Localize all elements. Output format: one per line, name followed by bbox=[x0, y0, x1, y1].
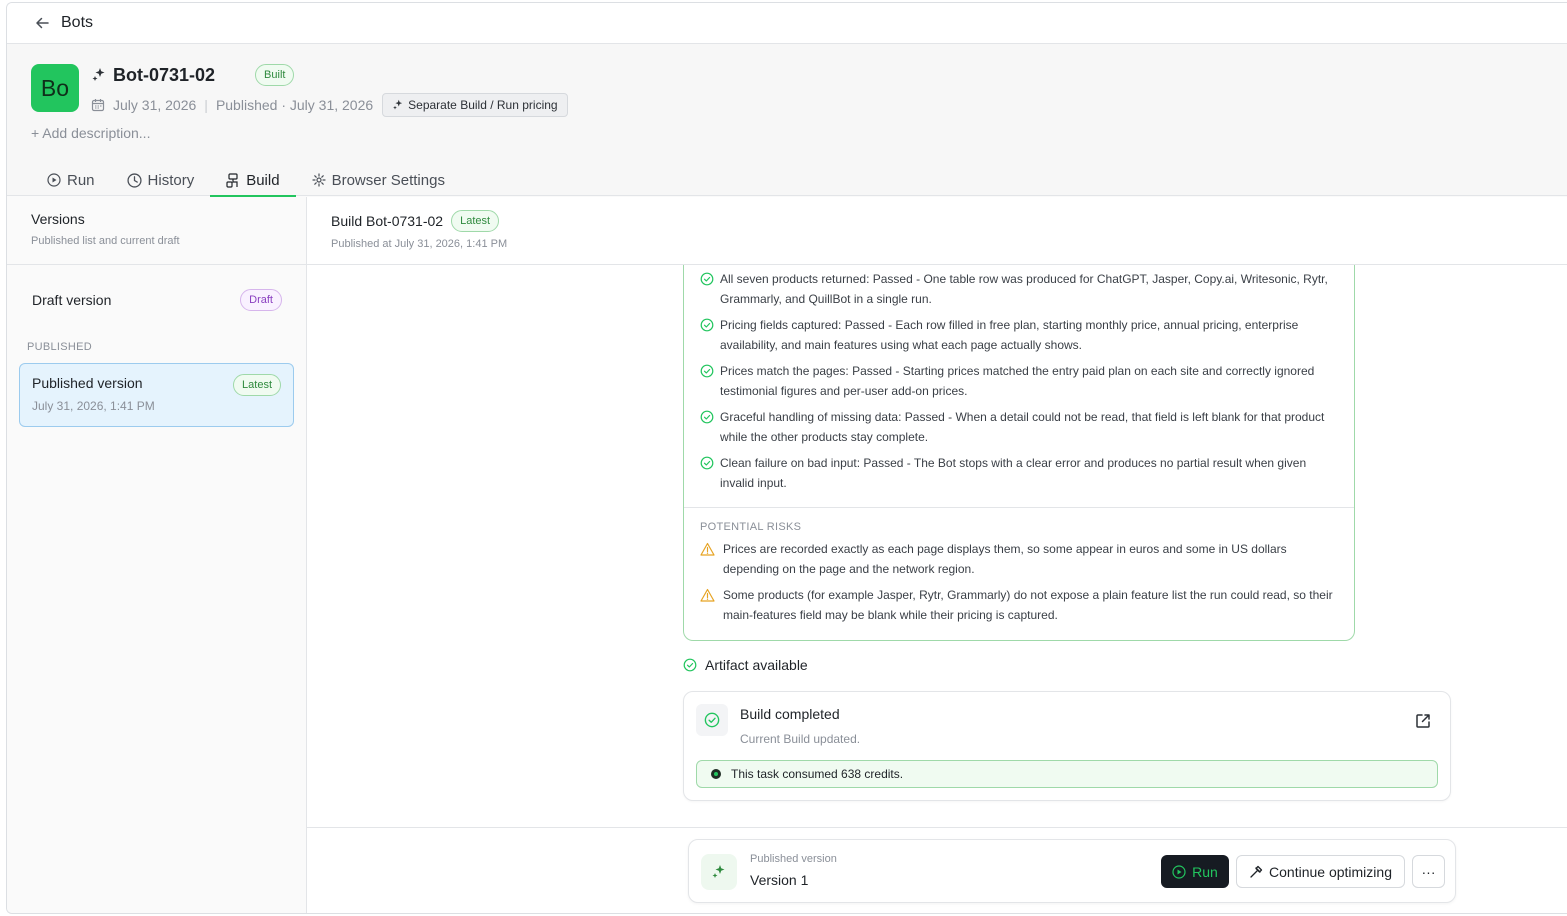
meta-divider: | bbox=[204, 97, 208, 113]
tab-build[interactable]: Build bbox=[210, 164, 296, 197]
versions-title: Versions bbox=[31, 211, 85, 227]
top-bar: Bots bbox=[7, 3, 1567, 44]
divider bbox=[307, 827, 1567, 828]
build-panel: Build Bot-0731-02 Latest Published at Ju… bbox=[307, 197, 1567, 913]
draft-version-label: Draft version bbox=[32, 292, 112, 308]
check-item: All seven products returned: Passed - On… bbox=[700, 269, 1338, 309]
status-dot-icon bbox=[711, 769, 721, 779]
check-circle-icon bbox=[700, 364, 714, 378]
check-circle-icon bbox=[700, 456, 714, 470]
check-text: Clean failure on bad input: Passed - The… bbox=[720, 456, 1307, 490]
risk-text: Prices are recorded exactly as each page… bbox=[723, 542, 1287, 576]
risk-text: Some products (for example Jasper, Rytr,… bbox=[723, 588, 1333, 622]
continue-label: Continue optimizing bbox=[1269, 863, 1392, 880]
external-link-icon[interactable] bbox=[1414, 712, 1432, 730]
versions-panel: Versions Published list and current draf… bbox=[7, 197, 307, 913]
check-circle-icon bbox=[700, 410, 714, 424]
build-title: Build Bot-0731-02 bbox=[331, 213, 444, 229]
tab-run[interactable]: Run bbox=[31, 164, 111, 196]
add-description-link[interactable]: + Add description... bbox=[31, 125, 150, 141]
avatar: Bo bbox=[31, 64, 79, 112]
versions-subtitle: Published list and current draft bbox=[31, 235, 180, 247]
draft-version-item[interactable]: Draft version Draft bbox=[32, 289, 282, 311]
check-item: Graceful handling of missing data: Passe… bbox=[700, 407, 1338, 447]
published-version-date: July 31, 2026, 1:41 PM bbox=[32, 399, 155, 413]
check-circle-icon bbox=[683, 658, 697, 672]
meta-row: July 31, 2026 | Published · July 31, 202… bbox=[91, 93, 568, 117]
artifact-status: Artifact available bbox=[683, 657, 808, 673]
warning-icon bbox=[700, 542, 715, 556]
created-date: July 31, 2026 bbox=[113, 97, 197, 113]
pricing-mode-label: Separate Build / Run pricing bbox=[408, 98, 558, 112]
artifact-label: Artifact available bbox=[705, 657, 808, 673]
latest-badge: Latest bbox=[451, 210, 500, 232]
risks-heading: POTENTIAL RISKS bbox=[700, 521, 802, 533]
risk-item: Some products (for example Jasper, Rytr,… bbox=[700, 585, 1338, 625]
sparkle-icon bbox=[393, 99, 403, 110]
warning-icon bbox=[700, 588, 715, 602]
credits-text: This task consumed 638 credits. bbox=[731, 767, 904, 781]
versions-header: Versions Published list and current draf… bbox=[7, 197, 306, 265]
tab-label: Browser Settings bbox=[331, 171, 445, 189]
check-item: Prices match the pages: Passed - Startin… bbox=[700, 361, 1338, 401]
more-options-button[interactable]: ··· bbox=[1412, 855, 1445, 888]
continue-optimizing-button[interactable]: Continue optimizing bbox=[1236, 855, 1405, 888]
title-row: Bot-0731-02 Built bbox=[91, 64, 295, 86]
clock-icon bbox=[126, 172, 142, 188]
version-kind-label: Published version bbox=[750, 853, 837, 865]
check-list: All seven products returned: Passed - On… bbox=[684, 265, 1354, 493]
breadcrumb[interactable]: Bots bbox=[61, 14, 93, 32]
published-section-label: PUBLISHED bbox=[27, 341, 93, 353]
gear-icon bbox=[311, 173, 326, 187]
test-report-card: All seven products returned: Passed - On… bbox=[683, 265, 1355, 641]
calendar-icon bbox=[91, 99, 105, 112]
tab-bar: Run History Build Browser Settings bbox=[31, 164, 461, 197]
check-circle-icon bbox=[700, 272, 714, 286]
risk-item: Prices are recorded exactly as each page… bbox=[700, 539, 1338, 579]
build-icon bbox=[226, 172, 238, 188]
pricing-mode-button[interactable]: Separate Build / Run pricing bbox=[382, 93, 568, 117]
hammer-icon bbox=[1250, 865, 1263, 878]
check-item: Pricing fields captured: Passed - Each r… bbox=[700, 315, 1338, 355]
check-item: Clean failure on bad input: Passed - The… bbox=[700, 453, 1338, 493]
check-text: Graceful handling of missing data: Passe… bbox=[720, 410, 1325, 444]
tab-label: Build bbox=[246, 171, 280, 189]
risk-list: POTENTIAL RISKS Prices are recorded exac… bbox=[700, 521, 1338, 631]
run-button[interactable]: Run bbox=[1161, 855, 1229, 888]
build-completed-title: Build completed bbox=[740, 706, 840, 722]
divider bbox=[684, 507, 1354, 508]
draft-badge: Draft bbox=[240, 289, 282, 311]
app-frame: Bots Bo Bot-0731-02 Built July 31, 2026 … bbox=[6, 2, 1567, 914]
credits-notice: This task consumed 638 credits. bbox=[696, 760, 1438, 788]
check-text: Prices match the pages: Passed - Startin… bbox=[720, 364, 1315, 398]
published-date: Published · July 31, 2026 bbox=[215, 97, 374, 113]
sparkle-icon bbox=[92, 68, 105, 81]
build-header: Build Bot-0731-02 Latest Published at Ju… bbox=[307, 197, 1567, 265]
check-circle-icon bbox=[700, 318, 714, 332]
latest-badge: Latest bbox=[233, 374, 281, 396]
check-circle-icon bbox=[696, 704, 728, 736]
play-circle-icon bbox=[1172, 864, 1186, 879]
back-arrow-icon[interactable] bbox=[33, 14, 51, 32]
tab-history[interactable]: History bbox=[111, 164, 211, 196]
build-completed-subtitle: Current Build updated. bbox=[740, 732, 861, 746]
build-published-at: Published at July 31, 2026, 1:41 PM bbox=[331, 238, 508, 250]
check-text: Pricing fields captured: Passed - Each r… bbox=[720, 318, 1299, 352]
status-badge: Built bbox=[255, 64, 295, 86]
sparkle-icon bbox=[701, 854, 737, 890]
published-version-item[interactable]: Published version July 31, 2026, 1:41 PM… bbox=[19, 363, 294, 427]
build-completed-card: Build completed Current Build updated. T… bbox=[683, 691, 1451, 801]
tab-label: Run bbox=[67, 171, 95, 189]
bot-header: Bo Bot-0731-02 Built July 31, 2026 | Pub… bbox=[7, 44, 1567, 197]
page-title: Bot-0731-02 bbox=[113, 64, 216, 85]
play-circle-icon bbox=[47, 173, 61, 187]
check-text: All seven products returned: Passed - On… bbox=[720, 272, 1328, 306]
version-name: Version 1 bbox=[750, 872, 809, 888]
version-action-bar: Published version Version 1 Run Continue… bbox=[688, 839, 1456, 903]
tab-browser-settings[interactable]: Browser Settings bbox=[296, 164, 461, 196]
run-label: Run bbox=[1192, 863, 1218, 880]
tab-label: History bbox=[147, 171, 195, 189]
